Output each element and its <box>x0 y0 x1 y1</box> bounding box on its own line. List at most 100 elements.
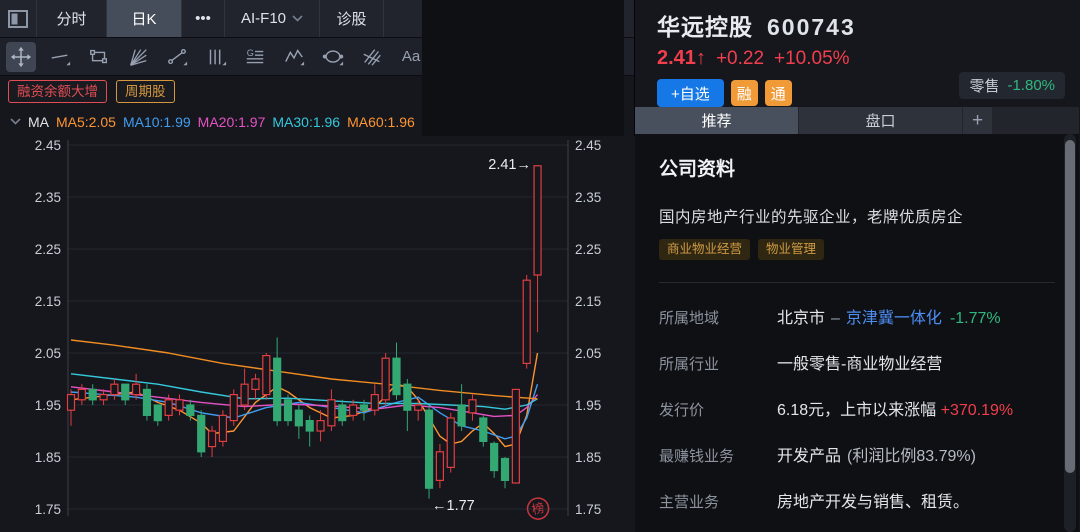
row-label: 发行价 <box>659 401 777 421</box>
add-tab-button[interactable]: + <box>963 107 992 134</box>
gann-fan-icon <box>127 46 149 68</box>
ma10-value: MA10:1.99 <box>123 114 191 130</box>
top-business-value: 开发产品 <box>777 448 841 465</box>
svg-text:2.35: 2.35 <box>575 190 601 205</box>
gain-since-ipo: +370.19% <box>941 402 1014 419</box>
wave-tool-button[interactable] <box>279 42 309 72</box>
tag-margin-balance-up[interactable]: 融资余额大增 <box>8 80 107 104</box>
add-watchlist-button[interactable]: +自选 <box>657 79 724 107</box>
panel-left-icon <box>6 7 30 31</box>
company-profile-card: 公司资料 国内房地产行业的先驱企业，老牌优质房企 商业物业经营 物业管理 所属地… <box>635 134 1079 532</box>
text-tool-icon: Aa <box>402 49 420 64</box>
svg-text:1.85: 1.85 <box>575 450 601 465</box>
segment-tool-button[interactable] <box>162 42 192 72</box>
profit-ratio-note: (利润比例83.79%) <box>847 448 976 465</box>
chevron-down-icon <box>292 15 303 22</box>
tab-daily-k-label: 日K <box>131 8 156 29</box>
stock-app-window: 分时 日K ••• AI-F10 诊股 显示 画线 <box>0 0 1080 532</box>
concept-change: -1.77% <box>950 310 1001 327</box>
wave-icon <box>283 46 305 68</box>
svg-text:2.05: 2.05 <box>35 346 61 361</box>
section-title: 公司资料 <box>659 154 1055 181</box>
svg-text:2.05: 2.05 <box>575 346 601 361</box>
plus-icon: + <box>972 110 983 132</box>
vertical-lines-icon <box>205 46 227 68</box>
region-concept-link[interactable]: 京津冀一体化 <box>846 310 942 327</box>
chevron-down-icon[interactable] <box>10 118 21 125</box>
tag-label: 融资余额大增 <box>17 84 98 99</box>
row-industry: 所属行业 一般零售-商业物业经营 <box>659 355 1055 375</box>
ellipse-tool-button[interactable] <box>318 42 348 72</box>
company-tags: 商业物业经营 物业管理 <box>659 239 1055 260</box>
company-tag[interactable]: 物业管理 <box>758 239 824 260</box>
ma5-value: MA5:2.05 <box>56 114 116 130</box>
svg-text:G: G <box>247 48 254 58</box>
segment-icon <box>166 46 188 68</box>
pitchfork-tool-button[interactable] <box>357 42 387 72</box>
up-arrow-icon: ↑ <box>696 47 706 69</box>
svg-text:2.45: 2.45 <box>575 138 601 153</box>
region-value: 北京市 <box>777 310 825 327</box>
industry-value: 一般零售-商业物业经营 <box>777 355 942 375</box>
ai-f10-dropdown[interactable]: AI-F10 <box>225 0 320 37</box>
kline-chart[interactable]: 2.452.452.352.352.252.252.152.152.052.05… <box>0 136 635 532</box>
vertical-lines-tool-button[interactable] <box>201 42 231 72</box>
stock-name: 华远控股 <box>657 14 753 40</box>
svg-text:2.25: 2.25 <box>35 242 61 257</box>
diagnose-label: 诊股 <box>336 8 366 29</box>
tab-label: 推荐 <box>701 110 731 131</box>
svg-text:1.75: 1.75 <box>575 502 601 517</box>
collapse-left-panel-button[interactable] <box>0 0 37 37</box>
tag-cyclical-stock[interactable]: 周期股 <box>116 80 175 104</box>
rectangle-tool-button[interactable] <box>84 42 114 72</box>
svg-text:←1.77: ←1.77 <box>432 498 475 514</box>
diagnose-stock-button[interactable]: 诊股 <box>320 0 384 37</box>
move-tool-button[interactable] <box>6 42 36 72</box>
scrollbar-track[interactable] <box>1064 134 1076 532</box>
sector-change: -1.80% <box>1007 77 1055 94</box>
svg-text:2.35: 2.35 <box>35 190 61 205</box>
tab-recommend[interactable]: 推荐 <box>635 107 798 134</box>
fan-tool-button[interactable] <box>123 42 153 72</box>
svg-text:1.85: 1.85 <box>35 450 61 465</box>
last-price: 2.41↑ <box>657 47 706 70</box>
info-panel: 华远控股 600743 2.41↑ +0.22 +10.05% +自选 融 通 零… <box>635 0 1079 532</box>
stock-connect-badge[interactable]: 通 <box>765 80 792 106</box>
tab-daily-k[interactable]: 日K <box>107 0 182 37</box>
main-business-value: 房地产开发与销售、租赁。 <box>777 493 969 513</box>
trendline-tool-button[interactable] <box>45 42 75 72</box>
svg-text:1.95: 1.95 <box>35 398 61 413</box>
golden-section-tool-button[interactable]: G <box>240 42 270 72</box>
row-label: 所属地域 <box>659 309 777 329</box>
row-label: 所属行业 <box>659 355 777 375</box>
svg-text:2.15: 2.15 <box>575 294 601 309</box>
trendline-icon <box>49 46 71 68</box>
row-top-business: 最赚钱业务 开发产品 (利润比例83.79%) <box>659 447 1055 467</box>
tab-label: 盘口 <box>865 110 895 131</box>
golden-section-icon: G <box>244 46 266 68</box>
price-change-pct: +10.05% <box>774 48 850 70</box>
company-tag[interactable]: 商业物业经营 <box>659 239 750 260</box>
stock-code: 600743 <box>767 14 856 40</box>
margin-trading-badge[interactable]: 融 <box>731 80 758 106</box>
ma20-value: MA20:1.97 <box>198 114 266 130</box>
ma-indicator-label[interactable]: MA <box>28 114 49 130</box>
scrollbar-thumb[interactable] <box>1065 140 1075 473</box>
more-periods-button[interactable]: ••• <box>182 0 225 37</box>
row-label: 最赚钱业务 <box>659 447 777 467</box>
stock-header: 华远控股 600743 2.41↑ +0.22 +10.05% +自选 融 通 零… <box>635 0 1079 107</box>
panel-tab-bar: 推荐 盘口 + <box>635 107 1079 134</box>
svg-text:2.15: 2.15 <box>35 294 61 309</box>
svg-text:2.41→: 2.41→ <box>488 157 531 173</box>
svg-text:1.95: 1.95 <box>575 398 601 413</box>
price-change: +0.22 <box>716 48 764 70</box>
ma60-value: MA60:1.96 <box>347 114 415 130</box>
sector-quote-chip[interactable]: 零售 -1.80% <box>959 72 1065 99</box>
stock-title: 华远控股 600743 <box>657 8 1079 42</box>
move-cross-icon <box>10 46 32 68</box>
tab-time-share[interactable]: 分时 <box>37 0 107 37</box>
ma-legend-row: MA MA5:2.05 MA10:1.99 MA20:1.97 MA30:1.9… <box>0 107 634 136</box>
svg-text:2.45: 2.45 <box>35 138 61 153</box>
row-label: 主营业务 <box>659 493 777 513</box>
tab-order-book[interactable]: 盘口 <box>799 107 962 134</box>
